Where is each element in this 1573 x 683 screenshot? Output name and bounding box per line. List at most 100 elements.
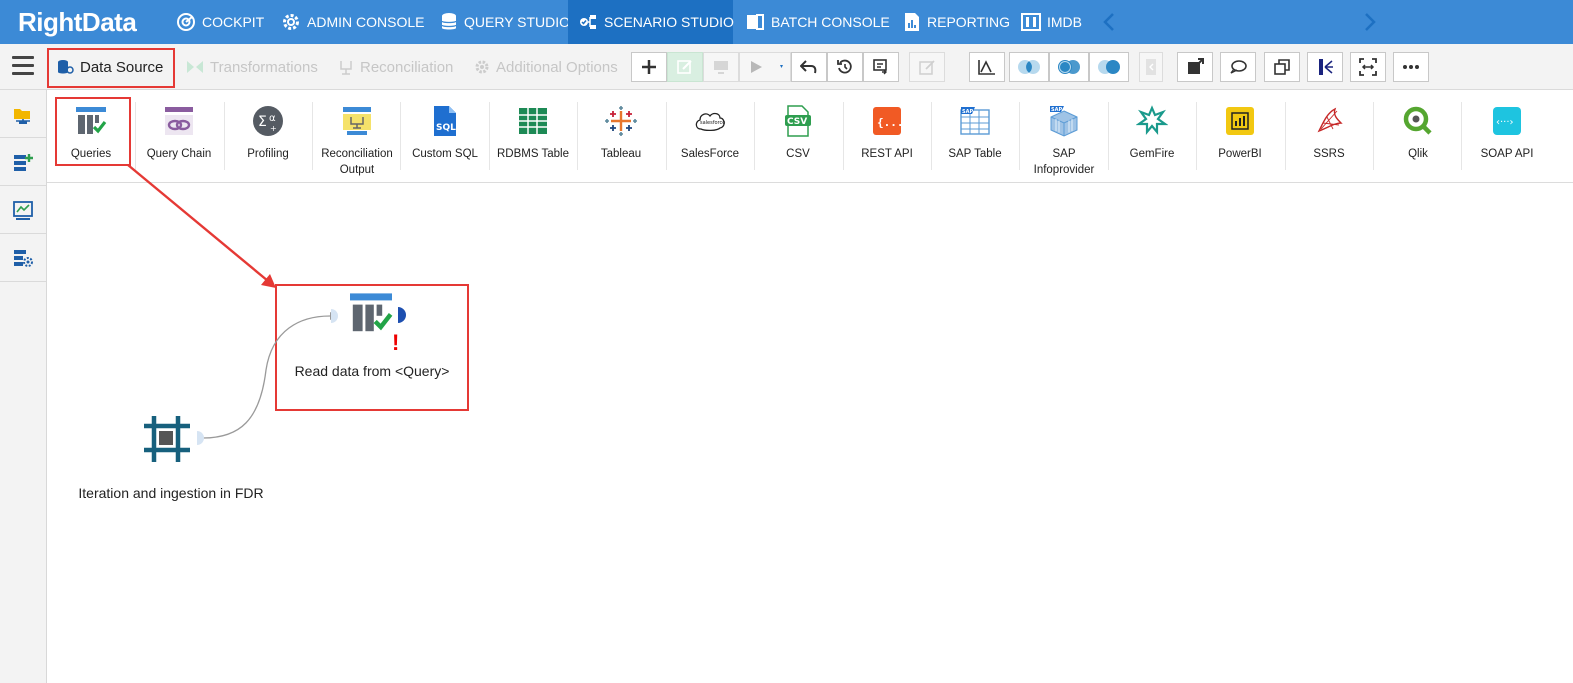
- svg-text:SAP: SAP: [962, 109, 973, 115]
- nav-label: ADMIN CONSOLE: [307, 14, 425, 30]
- app-logo[interactable]: RightData: [18, 6, 137, 38]
- nav-scenario-studio[interactable]: SCENARIO STUDIO: [568, 0, 734, 44]
- undo-icon[interactable]: [791, 52, 827, 82]
- palette-label: GemFire: [1129, 148, 1175, 160]
- tab-transformations[interactable]: Transformations: [186, 52, 318, 82]
- fit-icon[interactable]: [1350, 52, 1386, 82]
- more-icon[interactable]: [1393, 52, 1429, 82]
- monitor-icon[interactable]: [703, 52, 739, 82]
- palette-label: PowerBI: [1218, 148, 1262, 160]
- chart-icon[interactable]: [969, 52, 1005, 82]
- palette-item-profiling[interactable]: Σα + Profiling: [230, 90, 306, 182]
- palette-item-soap-api[interactable]: ‹···› SOAP API: [1467, 90, 1547, 182]
- edit-icon[interactable]: [667, 52, 703, 82]
- nav-cockpit[interactable]: COCKPIT: [166, 0, 274, 44]
- palette-label: SalesForce: [680, 148, 740, 160]
- soap-api-icon: ‹···›: [1490, 104, 1524, 138]
- palette-item-powerbi[interactable]: PowerBI: [1202, 90, 1278, 182]
- ssrs-icon: [1312, 104, 1346, 138]
- expand-icon[interactable]: [1177, 52, 1213, 82]
- palette-item-tableau[interactable]: Tableau: [583, 90, 659, 182]
- database-icon: [441, 13, 457, 30]
- node-label: Iteration and ingestion in FDR: [78, 485, 264, 501]
- toolbar: Data Source Transformations Reconciliati…: [0, 44, 1573, 90]
- palette-item-reconciliation-output[interactable]: Reconciliation Output: [317, 90, 397, 182]
- nav-label: COCKPIT: [202, 14, 265, 30]
- notes-icon[interactable]: [909, 52, 945, 82]
- nav-batch-console[interactable]: BATCH CONSOLE: [735, 0, 900, 44]
- open-folder-icon[interactable]: [0, 90, 46, 138]
- history-icon[interactable]: [827, 52, 863, 82]
- palette-label: SSRS: [1313, 148, 1345, 160]
- nav-label: IMDB: [1047, 14, 1082, 30]
- left-sidebar: [0, 90, 47, 683]
- palette-item-salesforce[interactable]: salesforce SalesForce: [672, 90, 748, 182]
- powerbi-icon: [1223, 104, 1257, 138]
- palette-item-rest-api[interactable]: {...} REST API: [849, 90, 925, 182]
- palette-item-sap-infoprovider[interactable]: SAP SAP Infoprovider: [1023, 90, 1105, 182]
- add-icon[interactable]: [631, 52, 667, 82]
- palette-item-custom-sql[interactable]: SQL Custom SQL: [406, 90, 484, 182]
- palette-label: Query Chain: [146, 148, 212, 160]
- nav-reporting[interactable]: REPORTING: [893, 0, 1020, 44]
- nav-label: REPORTING: [927, 14, 1010, 30]
- join-full-icon[interactable]: [1049, 52, 1089, 82]
- svg-text:α: α: [269, 113, 276, 124]
- highlight-queries-item: [55, 97, 131, 166]
- reconciliation-output-icon: [340, 104, 374, 138]
- chevron-right-icon[interactable]: [1360, 10, 1380, 34]
- query-chain-icon: [162, 104, 196, 138]
- canvas-node-iteration[interactable]: Iteration and ingestion in FDR: [78, 410, 264, 530]
- add-scenario-icon[interactable]: [0, 138, 46, 186]
- nav-query-studio[interactable]: QUERY STUDIO: [430, 0, 580, 44]
- scenario-icon: [580, 15, 596, 29]
- tab-label: Additional Options: [496, 58, 618, 76]
- palette-label: SAP Table: [948, 148, 1002, 160]
- palette-item-ssrs[interactable]: SSRS: [1291, 90, 1367, 182]
- palette-item-qlik[interactable]: Qlik: [1380, 90, 1456, 182]
- reconciliation-icon: [340, 61, 352, 75]
- palette-item-csv[interactable]: CSV CSV: [760, 90, 836, 182]
- transform-icon: [187, 61, 203, 73]
- palette-item-rdbms-table[interactable]: RDBMS Table: [491, 90, 575, 182]
- palette-label: Reconciliation Output: [321, 148, 393, 176]
- join-right-icon[interactable]: [1089, 52, 1129, 82]
- palette-label: Qlik: [1408, 148, 1428, 160]
- nav-imdb[interactable]: IMDB: [1011, 0, 1092, 44]
- chevron-left-icon[interactable]: [1099, 10, 1119, 34]
- comment-icon[interactable]: [1220, 52, 1256, 82]
- align-icon[interactable]: [1307, 52, 1343, 82]
- gear-icon: [283, 14, 299, 30]
- join-inner-icon[interactable]: [1009, 52, 1049, 82]
- scenario-canvas[interactable]: [48, 184, 1573, 683]
- svg-text:salesforce: salesforce: [700, 120, 725, 126]
- settings-panel-icon[interactable]: [0, 234, 46, 282]
- tab-reconciliation[interactable]: Reconciliation: [338, 52, 453, 82]
- svg-text:+: +: [270, 124, 277, 133]
- menu-icon[interactable]: [12, 56, 34, 78]
- palette-item-query-chain[interactable]: Query Chain: [141, 90, 217, 182]
- svg-text:Σ: Σ: [258, 114, 267, 130]
- gear-icon: [475, 60, 489, 74]
- csv-icon: CSV: [781, 104, 815, 138]
- highlight-query-node: [275, 284, 469, 411]
- palette-label: Profiling: [247, 148, 289, 160]
- nav-admin-console[interactable]: ADMIN CONSOLE: [271, 0, 434, 44]
- rest-api-icon: {...}: [870, 104, 904, 138]
- tab-additional-options[interactable]: Additional Options: [474, 52, 618, 82]
- batch-icon: [747, 14, 764, 30]
- palette-item-gemfire[interactable]: GemFire: [1114, 90, 1190, 182]
- sap-table-icon: SAP: [958, 104, 992, 138]
- tab-label: Reconciliation: [360, 58, 454, 76]
- profiling-icon: Σα +: [251, 104, 285, 138]
- run-icon[interactable]: [739, 52, 791, 82]
- export-icon[interactable]: [863, 52, 899, 82]
- palette-label: Tableau: [600, 148, 642, 160]
- chart-panel-icon[interactable]: [0, 186, 46, 234]
- palette-item-sap-table[interactable]: SAP SAP Table: [937, 90, 1013, 182]
- highlight-data-source-tab: [47, 48, 175, 88]
- collapse-icon[interactable]: [1139, 52, 1163, 82]
- copy-icon[interactable]: [1264, 52, 1300, 82]
- gemfire-icon: [1135, 104, 1169, 138]
- palette-label: REST API: [861, 148, 913, 160]
